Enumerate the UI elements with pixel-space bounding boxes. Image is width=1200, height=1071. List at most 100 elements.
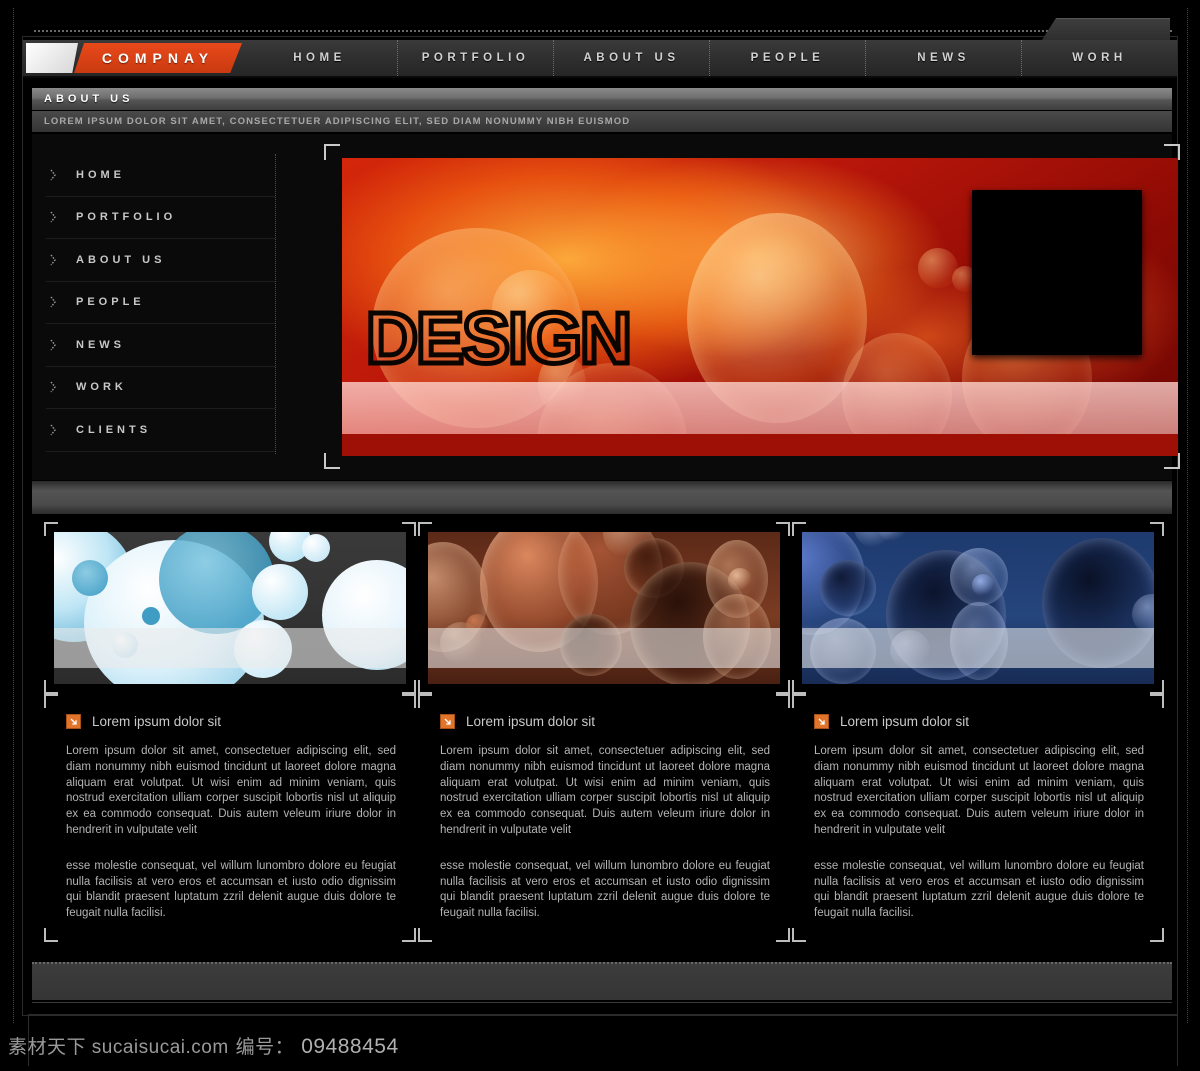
corner-bracket-icon [792,928,806,942]
corner-bracket-icon [44,928,58,942]
frame-dotted-top [34,30,1172,32]
sidebar-label: PORTFOLIO [76,211,177,224]
bokeh-circle [972,574,994,596]
nav-item-people[interactable]: PEOPLE [710,40,866,76]
panel-body: Lorem ipsum dolor sit amet, consectetuer… [66,744,396,922]
sidebar-item-news[interactable]: NEWS [46,324,275,367]
page-subtitle-bar: LOREM IPSUM DOLOR SIT AMET, CONSECTETUER… [32,111,1172,132]
chevron-right-icon [50,424,64,436]
sidebar-label: PEOPLE [76,296,145,309]
site-footer [32,962,1172,1000]
main-navigation: HOME PORTFOLIO ABOUT US PEOPLE NEWS WORH [242,40,1177,76]
footer-divider [32,1002,1172,1003]
sidebar-item-people[interactable]: PEOPLE [46,282,275,324]
sidebar-item-home[interactable]: HOME [46,154,275,197]
panel-body: Lorem ipsum dolor sit amet, consectetuer… [814,744,1144,922]
brand-name: COMPNAY [101,50,215,66]
chevron-right-icon [50,339,64,351]
corner-bracket-icon [324,453,340,469]
sidebar-label: HOME [76,168,125,181]
hero-placeholder-box [972,190,1142,355]
panel-thumbnail-wrap[interactable] [418,522,790,694]
panel-paragraph: Lorem ipsum dolor sit amet, consectetuer… [814,745,1144,836]
section-separator [32,481,1172,514]
sidebar-item-work[interactable]: WORK [46,367,275,409]
content-panel: Lorem ipsum dolor sit Lorem ipsum dolor … [418,522,790,950]
sidebar-label: NEWS [76,338,125,351]
panel-image [428,532,780,684]
sidebar-label: ABOUT US [76,253,166,266]
panel-heading: Lorem ipsum dolor sit [44,694,416,744]
corner-bracket-icon [44,694,58,708]
chevron-right-icon [50,296,64,308]
panel-image-band [428,628,780,668]
chevron-right-icon [50,169,64,181]
panel-paragraph: esse molestie consequat, vel willum luno… [66,859,396,920]
watermark: 素材天下 sucaisucai.com 编号： 09488454 [8,1032,399,1059]
watermark-site: 素材天下 sucaisucai.com [8,1037,229,1058]
panel-paragraph: Lorem ipsum dolor sit amet, consectetuer… [66,745,396,836]
nav-item-portfolio[interactable]: PORTFOLIO [398,40,554,76]
panel-heading-text: Lorem ipsum dolor sit [92,714,222,729]
nav-item-work[interactable]: WORH [1022,40,1177,76]
panel-paragraph: Lorem ipsum dolor sit amet, consectetuer… [440,745,770,836]
corner-bracket-icon [776,694,790,708]
logo-plate: COMPNAY [74,43,242,73]
arrow-down-right-icon [66,714,81,729]
panel-thumbnail-wrap[interactable] [792,522,1164,694]
panel-body: Lorem ipsum dolor sit amet, consectetuer… [440,744,770,922]
corner-bracket-icon [1150,928,1164,942]
corner-bracket-icon [402,928,416,942]
page-title: ABOUT US [44,93,134,105]
nav-item-news[interactable]: NEWS [866,40,1022,76]
logo[interactable]: COMPNAY [23,40,242,76]
page-subtitle: LOREM IPSUM DOLOR SIT AMET, CONSECTETUER… [44,116,631,127]
corner-bracket-icon [418,694,432,708]
hero-title: DESIGN [363,297,634,382]
top-right-tab [1042,18,1170,40]
bokeh-circle [302,534,330,562]
panel-image [802,532,1154,684]
corner-bracket-icon [792,694,806,708]
bokeh-circle [72,560,108,596]
bokeh-circle [820,560,876,616]
corner-bracket-icon [1150,694,1164,708]
hero-highlight-band [342,382,1178,434]
panel-thumbnail-wrap[interactable] [44,522,416,694]
panel-paragraph: esse molestie consequat, vel willum luno… [814,859,1144,920]
corner-bracket-icon [418,928,432,942]
content-panel: Lorem ipsum dolor sit Lorem ipsum dolor … [44,522,416,950]
bokeh-circle [728,568,752,592]
chevron-right-icon [50,254,64,266]
page-title-bar: ABOUT US [32,88,1172,110]
panel-image-band [54,628,406,668]
watermark-label: 编号： [235,1037,295,1058]
panel-heading-text: Lorem ipsum dolor sit [466,714,596,729]
sidebar-item-portfolio[interactable]: PORTFOLIO [46,197,275,239]
corner-bracket-icon [324,144,340,160]
panel-row: Lorem ipsum dolor sit Lorem ipsum dolor … [32,522,1172,950]
corner-bracket-icon [402,694,416,708]
sidebar-item-about-us[interactable]: ABOUT US [46,239,275,282]
nav-item-about-us[interactable]: ABOUT US [554,40,710,76]
corner-bracket-icon [776,928,790,942]
hero-banner[interactable]: DESIGN [324,144,1180,469]
site-header: COMPNAY HOME PORTFOLIO ABOUT US PEOPLE N… [23,40,1177,78]
sidebar-label: CLIENTS [76,423,152,436]
bokeh-circle [252,564,308,620]
content-panel: Lorem ipsum dolor sit Lorem ipsum dolor … [792,522,1164,950]
panel-image [54,532,406,684]
sidebar-menu: HOME PORTFOLIO ABOUT US PEOPLE NEWS WORK… [46,154,276,454]
arrow-down-right-icon [814,714,829,729]
chevron-right-icon [50,381,64,393]
panel-paragraph: esse molestie consequat, vel willum luno… [440,859,770,920]
bokeh-circle [142,607,160,625]
main-content: HOME PORTFOLIO ABOUT US PEOPLE NEWS WORK… [32,134,1180,480]
chevron-right-icon [50,211,64,223]
panel-heading: Lorem ipsum dolor sit [792,694,1164,744]
sidebar-item-clients[interactable]: CLIENTS [46,409,275,452]
nav-item-home[interactable]: HOME [242,40,398,76]
panel-image-band [802,628,1154,668]
watermark-number: 09488454 [301,1035,399,1058]
logo-mark [26,43,78,73]
